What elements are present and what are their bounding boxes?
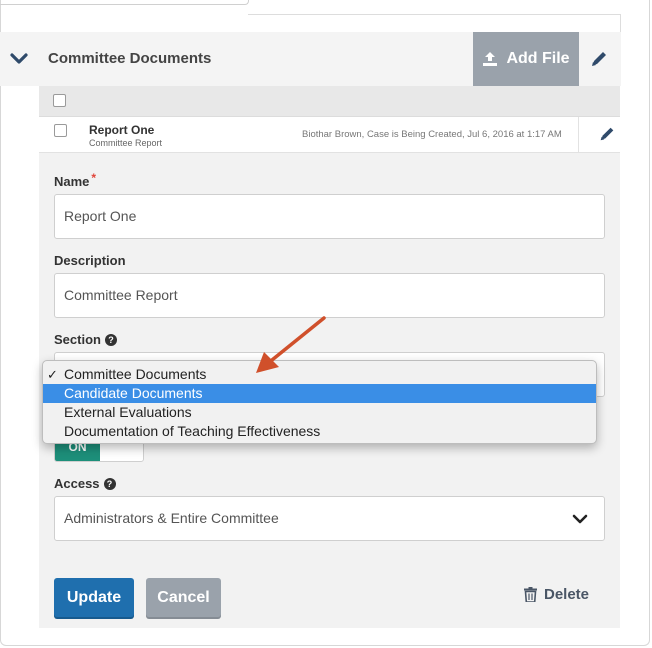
- access-label: Access?: [54, 476, 116, 491]
- top-divider: [248, 14, 620, 15]
- add-file-label: Add File: [506, 50, 570, 67]
- checkmark-icon: ✓: [47, 367, 58, 382]
- delete-label: Delete: [544, 586, 590, 603]
- dropdown-option[interactable]: Documentation of Teaching Effectiveness: [43, 422, 596, 441]
- chevron-down-icon: [572, 514, 588, 524]
- annotation-arrow: [256, 316, 326, 373]
- section-label: Section?: [54, 332, 117, 347]
- pencil-icon[interactable]: [589, 49, 609, 69]
- question-circle-icon[interactable]: ?: [103, 478, 116, 490]
- row-title[interactable]: Report One: [89, 123, 154, 137]
- update-button[interactable]: Update: [54, 578, 134, 617]
- row-meta: Biothar Brown, Case is Being Created, Ju…: [302, 129, 562, 140]
- cancel-button[interactable]: Cancel: [146, 578, 221, 617]
- pencil-icon[interactable]: [598, 125, 616, 143]
- required-indicator: *: [91, 171, 97, 185]
- question-circle-icon[interactable]: ?: [104, 334, 117, 346]
- add-file-button[interactable]: Add File: [473, 32, 579, 86]
- row-subtitle: Committee Report: [89, 138, 163, 148]
- name-label: Name *: [54, 171, 97, 189]
- section-title: Committee Documents: [48, 50, 212, 67]
- description-label: Description: [54, 253, 126, 268]
- access-select[interactable]: Administrators & Entire Committee: [54, 496, 605, 541]
- dropdown-option[interactable]: External Evaluations: [43, 403, 596, 422]
- name-input[interactable]: Report One: [54, 194, 605, 239]
- row-checkbox[interactable]: [54, 124, 67, 137]
- select-all-checkbox[interactable]: [53, 94, 66, 107]
- top-tab-edge: [0, 0, 249, 5]
- upload-icon: [483, 52, 498, 66]
- table-header: [39, 86, 620, 117]
- trash-icon: [524, 587, 537, 602]
- chevron-down-icon[interactable]: [9, 51, 29, 67]
- dropdown-option-highlighted[interactable]: Candidate Documents: [43, 384, 596, 403]
- delete-button[interactable]: Delete: [524, 586, 589, 603]
- row-divider: [578, 117, 579, 153]
- right-divider: [620, 14, 621, 32]
